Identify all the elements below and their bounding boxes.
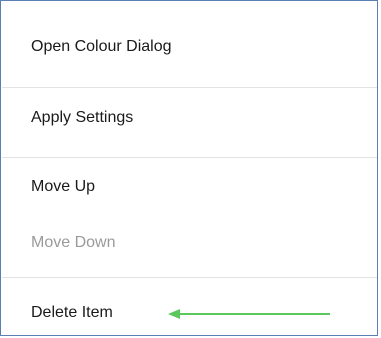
context-menu: Open Colour Dialog Apply Settings Move U… bbox=[0, 0, 378, 336]
menu-separator bbox=[2, 157, 377, 158]
arrow-left-icon bbox=[168, 309, 330, 319]
menu-item-move-up[interactable]: Move Up bbox=[31, 177, 95, 197]
menu-item-open-colour-dialog[interactable]: Open Colour Dialog bbox=[31, 37, 172, 57]
menu-separator bbox=[2, 87, 377, 88]
menu-item-delete-item[interactable]: Delete Item bbox=[31, 303, 113, 323]
menu-item-move-down: Move Down bbox=[31, 234, 116, 251]
menu-separator bbox=[2, 277, 377, 278]
menu-item-apply-settings[interactable]: Apply Settings bbox=[31, 108, 133, 128]
